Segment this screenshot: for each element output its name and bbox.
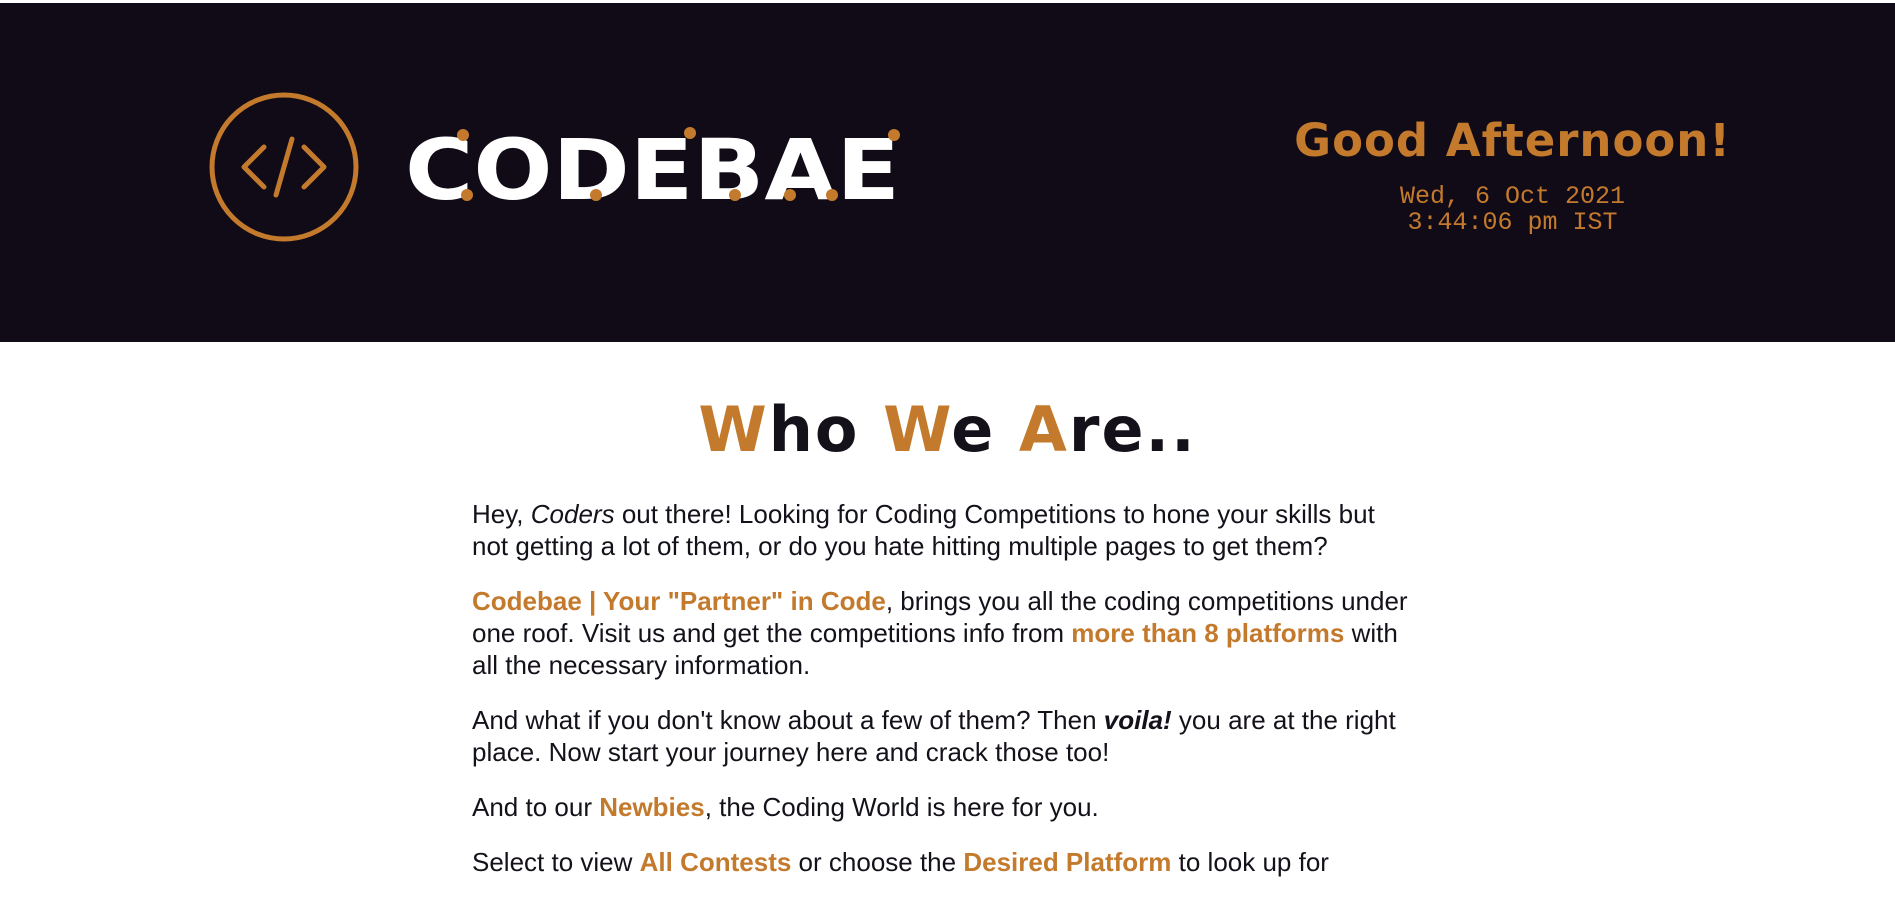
code-brackets-logo-icon xyxy=(209,92,359,242)
platforms-link[interactable]: more than 8 platforms xyxy=(1071,618,1344,648)
desired-platform-link[interactable]: Desired Platform xyxy=(963,847,1171,877)
newbies-paragraph: And to our Newbies, the Coding World is … xyxy=(472,792,1099,822)
brand-name: CODEBAE xyxy=(405,121,900,211)
date-text: Wed, 6 Oct 2021 xyxy=(1399,182,1626,211)
codebae-brand-link[interactable]: Codebae | Your "Partner" in Code xyxy=(472,586,886,616)
heading-initial-a: A xyxy=(1018,393,1069,466)
all-contests-link[interactable]: All Contests xyxy=(640,847,792,877)
who-we-are-heading: Who We Are.. xyxy=(0,393,1895,466)
datetime-display: Wed, 6 Oct 2021 3:44:06 pm IST xyxy=(1280,184,1745,236)
coders-emphasis: Coders xyxy=(530,499,615,529)
select-paragraph: Select to view All Contests or choose th… xyxy=(472,847,1329,877)
heading-initial-w: W xyxy=(698,393,769,466)
newbies-link[interactable]: Newbies xyxy=(599,792,705,822)
heading-word-we: e xyxy=(951,393,1019,466)
site-header: CODEBAE Good Afternoon! Wed, 6 Oct 2021 … xyxy=(0,3,1895,342)
brand-paragraph: Codebae | Your "Partner" in Code, brings… xyxy=(472,586,1408,680)
heading-initial-w2: W xyxy=(883,393,952,466)
codebae-wordmark-logo: CODEBAE xyxy=(405,121,900,211)
heading-word-who: ho xyxy=(768,393,884,466)
heading-word-are: re.. xyxy=(1068,393,1197,466)
time-text: 3:44:06 pm IST xyxy=(1407,208,1618,237)
intro-paragraph: Hey, Coders out there! Looking for Codin… xyxy=(472,499,1375,561)
voila-paragraph: And what if you don't know about a few o… xyxy=(472,705,1396,767)
about-text: Hey, Coders out there! Looking for Codin… xyxy=(472,498,1412,901)
greeting-text: Good Afternoon! xyxy=(1294,114,1731,167)
voila-emphasis: voila! xyxy=(1103,705,1172,735)
